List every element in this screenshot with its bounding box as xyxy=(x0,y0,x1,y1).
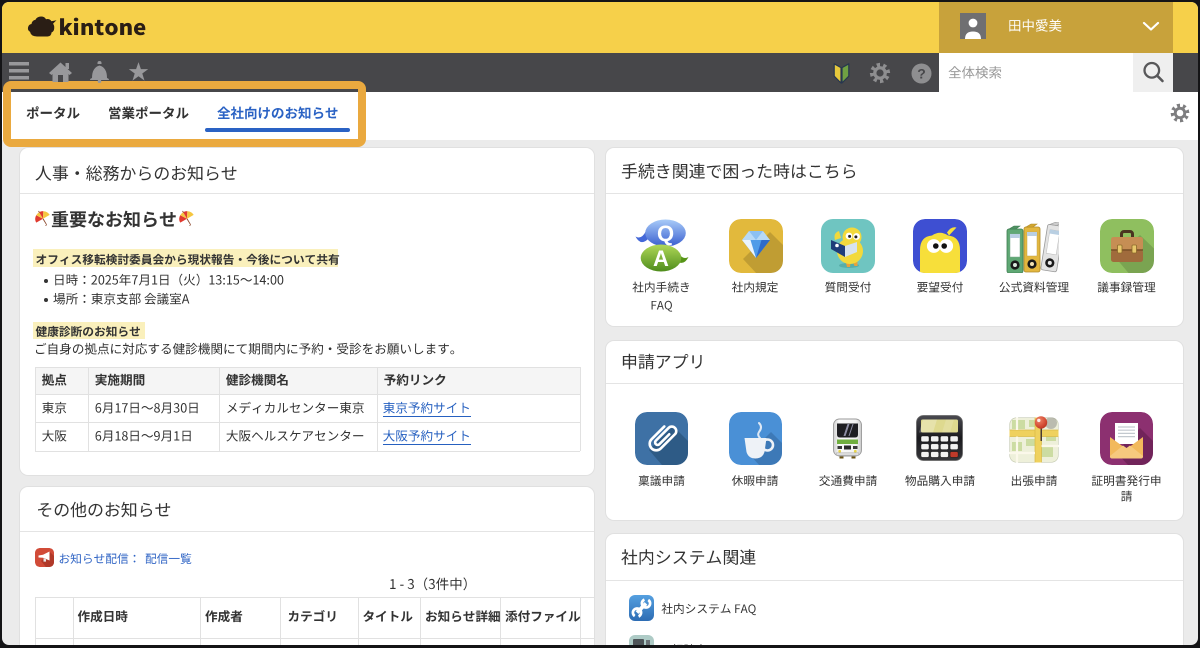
svg-text:Q: Q xyxy=(657,221,674,246)
svg-text:?: ? xyxy=(917,65,926,81)
svg-text:A: A xyxy=(653,246,669,271)
